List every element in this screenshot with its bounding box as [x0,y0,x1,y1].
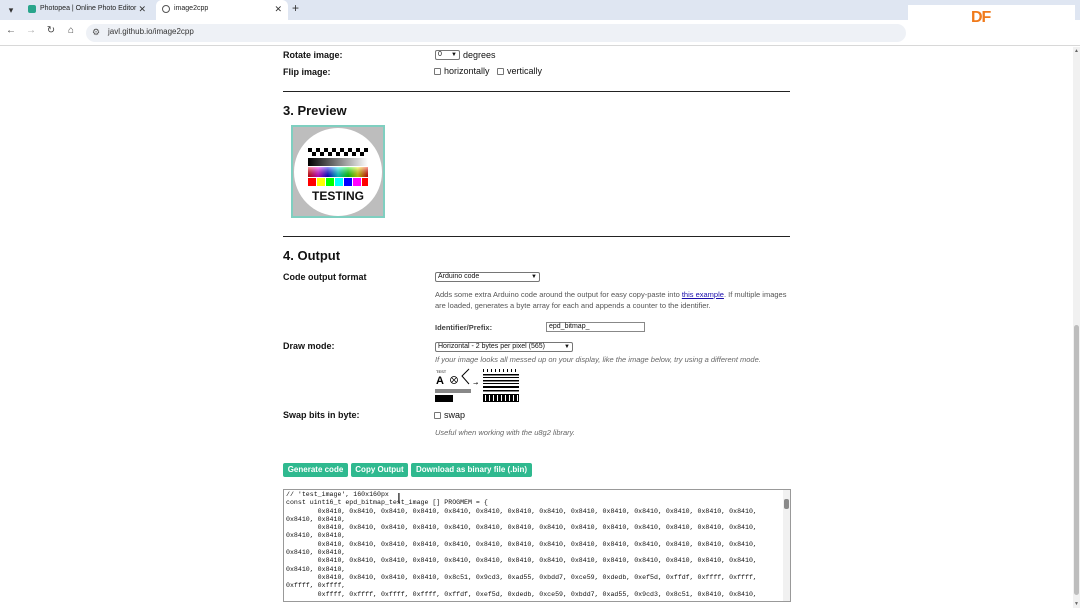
format-label: Code output format [283,272,367,282]
close-icon[interactable]: ✕ [138,0,146,18]
textarea-scroll-thumb[interactable] [784,499,789,509]
scroll-up-icon[interactable]: ▲ [1074,48,1079,54]
tab-image2cpp[interactable]: image2cpp ✕ [156,0,288,20]
divider [283,236,790,237]
code-output-text: // 'test_image', 160x160px const uint16_… [286,491,757,598]
swap-label: Swap bits in byte: [283,410,360,420]
flip-vertical-checkbox[interactable] [497,68,504,76]
photopea-favicon-icon [28,5,36,13]
rotate-select[interactable]: 0 ▼ [435,50,460,60]
df-logo: DF [971,9,991,26]
format-select[interactable]: Arduino code ▼ [435,272,540,282]
rotate-value: 0 [438,51,442,58]
flip-vertical-label: vertically [507,66,543,76]
messed-up-example-image: TEST A → [435,368,519,402]
swap-option-label: swap [444,410,466,420]
flip-horizontal-label: horizontally [444,66,490,76]
url-field[interactable]: ⚙ javl.github.io/image2cpp [86,24,906,42]
copy-output-button[interactable]: Copy Output [351,463,408,477]
chevron-down-icon: ▼ [531,274,537,280]
code-output-textarea[interactable]: // 'test_image', 160x160px const uint16_… [283,489,791,602]
text-cursor-icon: I [397,492,401,507]
identifier-label: Identifier/Prefix: [435,323,493,332]
chevron-down-icon: ▼ [564,344,570,350]
divider [283,91,790,92]
swap-checkbox[interactable] [434,412,441,420]
rotate-label: Rotate image: [283,50,343,60]
format-description: Adds some extra Arduino code around the … [435,290,787,310]
chevron-down-icon: ▼ [451,52,457,58]
example-link[interactable]: this example [682,290,724,299]
tab-title: image2cpp [174,5,209,12]
format-value: Arduino code [438,273,480,280]
generate-code-button[interactable]: Generate code [283,463,348,477]
svg-text:→: → [473,380,478,387]
url-text: javl.github.io/image2cpp [108,27,194,36]
reload-icon[interactable]: ↻ [44,25,58,36]
preview-circle: TESTING [294,128,382,216]
close-icon[interactable]: ✕ [274,0,282,18]
draw-mode-value: Horizontal - 2 bytes per pixel (565) [438,343,545,350]
flip-vertical-option[interactable]: vertically [497,66,542,76]
swap-option[interactable]: swap [434,410,465,420]
test-pattern-graphic: TESTING [308,148,368,203]
globe-favicon-icon [162,5,170,13]
home-icon[interactable]: ⌂ [64,25,78,36]
flip-label: Flip image: [283,67,331,77]
new-tab-plus-icon[interactable]: + [292,1,299,15]
swap-hint: Useful when working with the u8g2 librar… [435,428,575,437]
flip-horizontal-option[interactable]: horizontally [434,66,490,76]
preview-image-text: TESTING [312,189,364,203]
identifier-input[interactable]: epd_bitmap_ [546,322,645,332]
tab-photopea[interactable]: Photopea | Online Photo Editor ✕ [22,0,152,20]
draw-mode-label: Draw mode: [283,341,335,351]
textarea-scrollbar[interactable] [783,490,790,601]
preview-image: TESTING [291,125,385,218]
draw-mode-hint: If your image looks all messed up on you… [435,355,761,364]
rotate-unit: degrees [463,50,496,60]
back-arrow-icon[interactable]: ← [4,25,18,36]
preview-heading: 3. Preview [283,103,347,118]
forward-arrow-icon[interactable]: → [24,25,38,36]
site-info-icon[interactable]: ⚙ [92,27,100,38]
draw-mode-select[interactable]: Horizontal - 2 bytes per pixel (565) ▼ [435,342,573,352]
tab-title: Photopea | Online Photo Editor [40,5,137,12]
svg-text:A: A [436,375,444,387]
flip-horizontal-checkbox[interactable] [434,68,441,76]
download-bin-button[interactable]: Download as binary file (.bin) [411,463,532,477]
svg-text:TEST: TEST [436,369,447,374]
tab-search-chevron-icon[interactable]: ▾ [5,4,17,16]
page-scrollbar[interactable]: ▲ ▼ [1073,47,1080,608]
watermark-box: DF [908,5,1075,42]
output-heading: 4. Output [283,248,341,263]
scroll-thumb[interactable] [1074,325,1079,595]
scroll-down-icon[interactable]: ▼ [1074,601,1079,607]
